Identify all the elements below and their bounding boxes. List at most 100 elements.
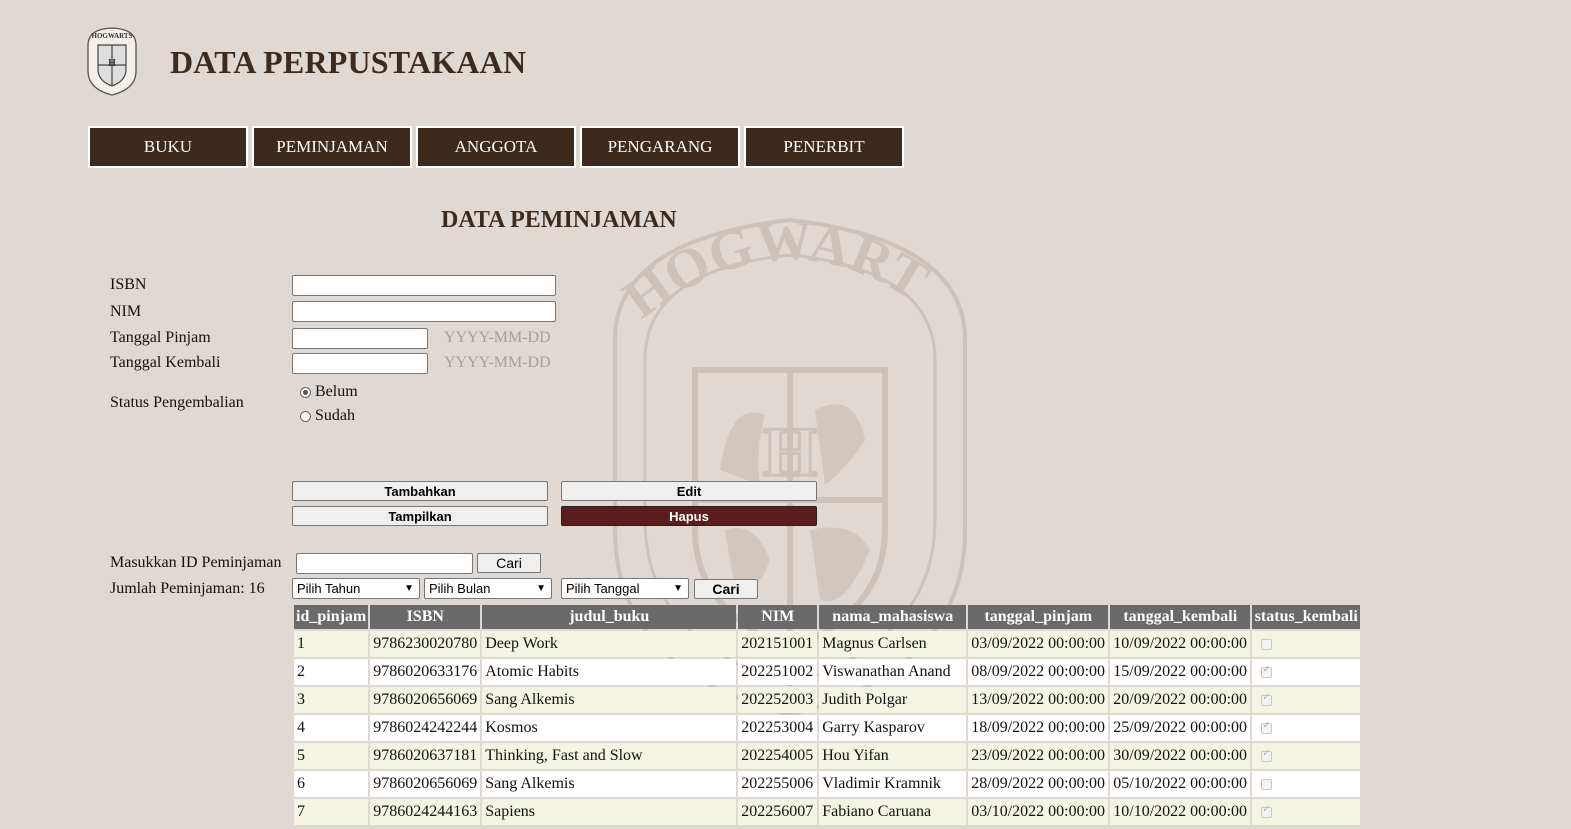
cell-kembali: 10/10/2022 00:00:00 xyxy=(1110,799,1251,825)
radio-selected-icon[interactable] xyxy=(300,386,311,398)
site-header: HOGWARTS H DATA PERPUSTAKAAN xyxy=(82,25,526,97)
col-nim: NIM xyxy=(738,605,818,629)
cell-nim: 202251002 xyxy=(738,659,818,685)
pilih-tanggal-value: Pilih Tanggal xyxy=(566,581,640,596)
id-peminjaman-label: Masukkan ID Peminjaman xyxy=(110,554,282,571)
hapus-button[interactable]: Hapus xyxy=(561,506,817,526)
cell-pinjam: 08/09/2022 00:00:00 xyxy=(968,659,1109,685)
nav-peminjaman[interactable]: PEMINJAMAN xyxy=(252,126,412,168)
isbn-input[interactable] xyxy=(292,275,556,296)
cell-pinjam: 03/10/2022 00:00:00 xyxy=(968,799,1109,825)
page-title: DATA PEMINJAMAN xyxy=(441,207,677,233)
cell-id: 3 xyxy=(294,687,369,713)
jumlah-peminjaman-label: Jumlah Peminjaman: 16 xyxy=(110,580,265,597)
cell-judul: Sapiens xyxy=(482,799,737,825)
col-isbn: ISBN xyxy=(370,605,481,629)
status-checkbox[interactable] xyxy=(1261,638,1273,650)
cell-kembali: 25/09/2022 00:00:00 xyxy=(1110,715,1251,741)
cell-isbn: 9786020656069 xyxy=(370,687,481,713)
table-row: 5 9786020637181 Thinking, Fast and Slow 202… xyxy=(294,743,1361,769)
status-checkbox[interactable] xyxy=(1261,664,1273,678)
cell-pinjam: 18/09/2022 00:00:00 xyxy=(968,715,1109,741)
cell-pinjam: 13/09/2022 00:00:00 xyxy=(968,687,1109,713)
edit-button[interactable]: Edit xyxy=(561,481,817,501)
status-checkbox[interactable] xyxy=(1261,692,1273,706)
table-header-row: id_pinjam ISBN judul_buku NIM nama_mahas… xyxy=(294,605,1361,629)
cell-nama: Vladimir Kramnik xyxy=(819,771,967,797)
table-row: 3 9786020656069 Sang Alkemis 202252003 Judit… xyxy=(294,687,1361,713)
nim-input[interactable] xyxy=(292,301,556,322)
status-belum-label: Belum xyxy=(315,383,358,400)
pilih-tahun-select[interactable]: Pilih Tahun ▼ xyxy=(292,578,420,599)
nim-label: NIM xyxy=(110,303,142,320)
cell-judul: Kosmos xyxy=(482,715,737,741)
tanggal-pinjam-input[interactable] xyxy=(292,328,428,349)
cell-kembali: 30/09/2022 00:00:00 xyxy=(1110,743,1251,769)
pilih-bulan-value: Pilih Bulan xyxy=(429,581,491,596)
cell-nim: 202252003 xyxy=(738,687,818,713)
chevron-down-icon: ▼ xyxy=(673,583,683,594)
cell-status xyxy=(1252,631,1361,657)
cell-nim: 202151001 xyxy=(738,631,818,657)
cell-id: 6 xyxy=(294,771,369,797)
cell-isbn: 9786020656069 xyxy=(370,771,481,797)
cari-id-button[interactable]: Cari xyxy=(477,553,541,573)
nav-buku[interactable]: BUKU xyxy=(88,126,248,168)
table-row: 2 9786020633176 Atomic Habits 202251002 Visw… xyxy=(294,659,1361,685)
table-row: 7 9786024244163 Sapiens 202256007 Fabiano Ca… xyxy=(294,799,1361,825)
cell-pinjam: 03/09/2022 00:00:00 xyxy=(968,631,1109,657)
cell-kembali: 15/09/2022 00:00:00 xyxy=(1110,659,1251,685)
nav-pengarang[interactable]: PENGARANG xyxy=(580,126,740,168)
chevron-down-icon: ▼ xyxy=(404,583,414,594)
cell-nim: 202256007 xyxy=(738,799,818,825)
status-radio-belum[interactable]: Belum xyxy=(300,383,358,401)
cell-status xyxy=(1252,743,1361,769)
id-peminjaman-input[interactable] xyxy=(296,553,473,574)
cell-nama: Garry Kasparov xyxy=(819,715,967,741)
tampilkan-button[interactable]: Tampilkan xyxy=(292,506,548,526)
cell-nama: Viswanathan Anand xyxy=(819,659,967,685)
table-row: 6 9786020656069 Sang Alkemis 202255006 Vladi… xyxy=(294,771,1361,797)
cell-id: 1 xyxy=(294,631,369,657)
logo-text: HOGWARTS xyxy=(92,32,133,40)
cell-pinjam: 23/09/2022 00:00:00 xyxy=(968,743,1109,769)
col-tanggal-pinjam: tanggal_pinjam xyxy=(968,605,1109,629)
col-judul-buku: judul_buku xyxy=(482,605,737,629)
cell-id: 5 xyxy=(294,743,369,769)
cell-isbn: 9786020633176 xyxy=(370,659,481,685)
status-checkbox[interactable] xyxy=(1261,720,1273,734)
table-row: 1 9786230020780 Deep Work 202151001 Magnus C… xyxy=(294,631,1361,657)
status-checkbox[interactable] xyxy=(1261,804,1273,818)
cell-status xyxy=(1252,799,1361,825)
site-title: DATA PERPUSTAKAAN xyxy=(170,43,527,80)
status-pengembalian-label: Status Pengembalian xyxy=(110,394,244,411)
cell-judul: Deep Work xyxy=(482,631,737,657)
radio-unselected-icon[interactable] xyxy=(300,410,311,422)
status-checkbox[interactable] xyxy=(1261,778,1273,790)
col-id-pinjam: id_pinjam xyxy=(294,605,369,629)
cell-status xyxy=(1252,687,1361,713)
nav-penerbit[interactable]: PENERBIT xyxy=(744,126,904,168)
pilih-tanggal-select[interactable]: Pilih Tanggal ▼ xyxy=(561,578,689,599)
cell-kembali: 20/09/2022 00:00:00 xyxy=(1110,687,1251,713)
cari-filter-button[interactable]: Cari xyxy=(694,579,758,599)
cell-status xyxy=(1252,659,1361,685)
status-radio-sudah[interactable]: Sudah xyxy=(300,407,355,425)
col-nama-mahasiswa: nama_mahasiswa xyxy=(819,605,967,629)
table-row: 4 9786024242244 Kosmos 202253004 Garry Kaspa… xyxy=(294,715,1361,741)
tanggal-kembali-input[interactable] xyxy=(292,353,428,374)
cell-id: 4 xyxy=(294,715,369,741)
cell-nim: 202255006 xyxy=(738,771,818,797)
tambahkan-button[interactable]: Tambahkan xyxy=(292,481,548,501)
svg-text:H: H xyxy=(763,414,817,491)
status-checkbox[interactable] xyxy=(1261,748,1273,762)
cell-status xyxy=(1252,771,1361,797)
col-tanggal-kembali: tanggal_kembali xyxy=(1110,605,1251,629)
hogwarts-logo-icon: HOGWARTS H xyxy=(87,27,137,96)
cell-kembali: 05/10/2022 00:00:00 xyxy=(1110,771,1251,797)
cell-isbn: 9786230020780 xyxy=(370,631,481,657)
nav-anggota[interactable]: ANGGOTA xyxy=(416,126,576,168)
cell-pinjam: 28/09/2022 00:00:00 xyxy=(968,771,1109,797)
pilih-bulan-select[interactable]: Pilih Bulan ▼ xyxy=(424,578,552,599)
pilih-tahun-value: Pilih Tahun xyxy=(297,581,361,596)
